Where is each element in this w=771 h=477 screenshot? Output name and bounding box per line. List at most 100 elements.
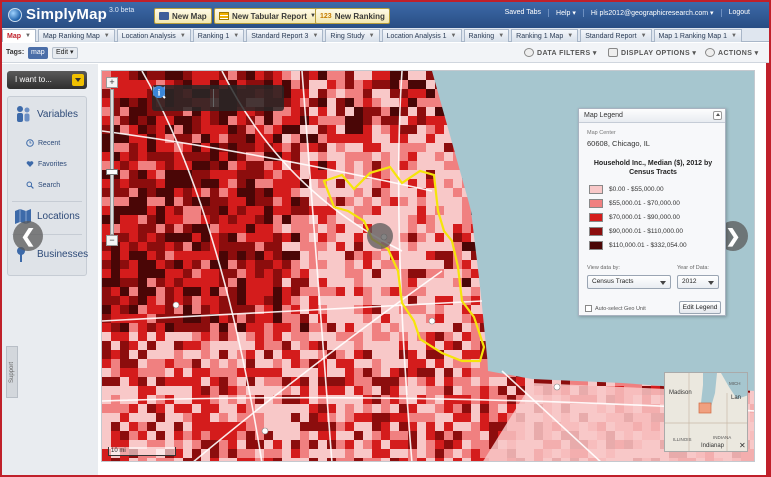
new-tabular-report-button[interactable]: New Tabular Report ▼ bbox=[214, 8, 321, 24]
census-tract bbox=[471, 449, 480, 458]
tab-map-ranking-map[interactable]: Map Ranking Map ▼ bbox=[37, 29, 115, 42]
tab-location-analysis[interactable]: Location Analysis ▼ bbox=[116, 29, 191, 42]
chevron-down-icon[interactable]: ▼ bbox=[451, 33, 457, 39]
zoom-in-button[interactable]: + bbox=[106, 77, 118, 88]
tab-ranking-1[interactable]: Ranking 1 ▼ bbox=[192, 29, 245, 42]
support-tab[interactable]: Support bbox=[6, 346, 18, 398]
collapse-icon[interactable] bbox=[713, 111, 722, 120]
edit-legend-button[interactable]: Edit Legend bbox=[679, 301, 721, 314]
new-map-button[interactable]: New Map bbox=[154, 8, 212, 24]
census-tract bbox=[255, 242, 264, 251]
app-logo[interactable]: SimplyMap 3.0 beta bbox=[8, 6, 134, 23]
tag-map[interactable]: map bbox=[28, 47, 48, 59]
census-tract bbox=[138, 89, 147, 98]
census-tract bbox=[273, 125, 282, 134]
census-tract bbox=[174, 179, 183, 188]
tab-ranking[interactable]: Ranking ▼ bbox=[463, 29, 510, 42]
new-ranking-button[interactable]: 123 New Ranking bbox=[315, 8, 390, 24]
favorites-link[interactable]: Favorites bbox=[26, 160, 67, 168]
census-tract bbox=[417, 404, 426, 413]
chevron-down-icon[interactable]: ▼ bbox=[180, 33, 186, 39]
chevron-down-icon[interactable]: ▼ bbox=[25, 33, 31, 39]
overview-collapse-icon[interactable]: ✕ bbox=[739, 441, 746, 450]
census-tract bbox=[462, 215, 471, 224]
search-link[interactable]: Search bbox=[26, 181, 60, 189]
zoom-slider[interactable]: + − bbox=[106, 77, 118, 247]
census-tract bbox=[165, 287, 174, 296]
place-marker bbox=[428, 317, 436, 325]
census-tract bbox=[444, 152, 453, 161]
census-tract bbox=[120, 251, 129, 260]
forward-icon[interactable] bbox=[153, 86, 191, 106]
chevron-down-icon[interactable]: ▼ bbox=[731, 33, 737, 39]
data-filters-menu[interactable]: DATA FILTERS ▾ bbox=[524, 48, 597, 57]
globe-icon[interactable] bbox=[153, 86, 210, 106]
help-menu[interactable]: Help ▾ bbox=[548, 9, 583, 17]
zoom-tool-icon[interactable] bbox=[153, 86, 252, 106]
census-tract bbox=[273, 341, 282, 350]
heart-icon bbox=[26, 161, 34, 167]
chevron-down-icon[interactable]: ▼ bbox=[104, 33, 110, 39]
census-tract bbox=[273, 350, 282, 359]
year-of-data-select[interactable]: 2012 bbox=[677, 275, 719, 289]
chevron-down-icon[interactable]: ▼ bbox=[498, 33, 504, 39]
checkbox[interactable] bbox=[585, 305, 592, 312]
census-tract bbox=[102, 359, 111, 368]
census-tract bbox=[336, 323, 345, 332]
logout-link[interactable]: Logout bbox=[720, 9, 757, 17]
census-tract bbox=[291, 242, 300, 251]
chevron-down-icon bbox=[72, 74, 84, 86]
census-tract bbox=[426, 404, 435, 413]
clock-icon bbox=[26, 139, 34, 147]
census-tract bbox=[255, 260, 264, 269]
census-tract bbox=[354, 359, 363, 368]
chevron-down-icon[interactable]: ▼ bbox=[567, 33, 573, 39]
census-tract bbox=[381, 170, 390, 179]
zoom-out-button[interactable]: − bbox=[106, 235, 118, 246]
display-options-menu[interactable]: DISPLAY OPTIONS ▾ bbox=[608, 48, 696, 57]
overview-map[interactable]: Madison Lan Indianap ILLINOIS INDIANA MI… bbox=[664, 372, 748, 452]
actions-menu[interactable]: ACTIONS ▾ bbox=[705, 48, 759, 57]
zoom-handle[interactable] bbox=[106, 169, 118, 175]
census-tract bbox=[246, 422, 255, 431]
recent-link[interactable]: Recent bbox=[26, 139, 60, 147]
tab-standard-report-3[interactable]: Standard Report 3 ▼ bbox=[246, 29, 324, 42]
census-tract bbox=[273, 269, 282, 278]
tab-ring-study[interactable]: Ring Study ▼ bbox=[325, 29, 380, 42]
census-tract bbox=[156, 179, 165, 188]
census-tract bbox=[183, 242, 192, 251]
tab-map[interactable]: Map ▼ bbox=[2, 29, 36, 42]
map-prev-arrow[interactable]: ❮ bbox=[13, 221, 43, 251]
census-tract bbox=[183, 134, 192, 143]
tab-ranking-1-map[interactable]: Ranking 1 Map ▼ bbox=[511, 29, 579, 42]
user-menu[interactable]: Hi pls2012@geographicresearch.com ▾ bbox=[582, 9, 721, 17]
tab-map-1-ranking-map-1[interactable]: Map 1 Ranking Map 1 ▼ bbox=[653, 29, 742, 42]
tab-location-analysis-1[interactable]: Location Analysis 1 ▼ bbox=[381, 29, 462, 42]
census-tract bbox=[111, 278, 120, 287]
census-tract bbox=[237, 377, 246, 386]
view-data-by-select[interactable]: Census Tracts bbox=[587, 275, 671, 289]
info-icon[interactable]: i bbox=[153, 86, 271, 106]
census-tract bbox=[381, 449, 390, 458]
i-want-to-dropdown[interactable]: I want to... bbox=[7, 71, 87, 89]
chevron-down-icon[interactable]: ▼ bbox=[233, 33, 239, 39]
chevron-down-icon[interactable]: ▼ bbox=[641, 33, 647, 39]
tab-standard-report[interactable]: Standard Report ▼ bbox=[580, 29, 652, 42]
census-tract bbox=[345, 242, 354, 251]
census-tract bbox=[426, 377, 435, 386]
chevron-down-icon[interactable]: ▼ bbox=[369, 33, 375, 39]
census-tract bbox=[453, 197, 462, 206]
chevron-down-icon[interactable]: ▼ bbox=[312, 33, 318, 39]
auto-select-geo-unit[interactable]: Auto-select Geo Unit bbox=[585, 305, 646, 312]
census-tract bbox=[426, 152, 435, 161]
pan-hand-icon[interactable] bbox=[153, 86, 233, 106]
census-tract bbox=[219, 323, 228, 332]
census-tract bbox=[444, 278, 453, 287]
variables-button[interactable]: Variables bbox=[14, 105, 78, 123]
overview-label-indiana: INDIANA bbox=[713, 435, 732, 440]
tag-edit-button[interactable]: Edit ▾ bbox=[52, 47, 78, 59]
zoom-track[interactable] bbox=[110, 89, 114, 235]
center-marker-button[interactable] bbox=[367, 223, 393, 249]
saved-tabs-link[interactable]: Saved Tabs bbox=[498, 9, 548, 17]
census-tract bbox=[291, 107, 300, 116]
